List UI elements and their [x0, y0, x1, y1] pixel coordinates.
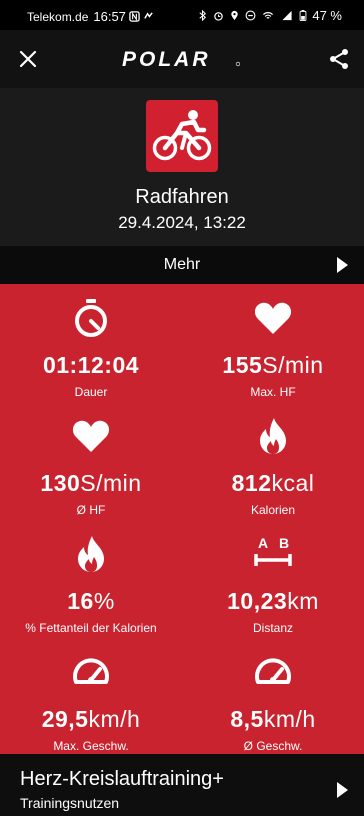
sport-name: Radfahren — [135, 186, 229, 208]
stat-label: Kalorien — [250, 503, 296, 517]
training-benefit-title: Herz-Kreislauftraining+ — [20, 768, 224, 790]
stat-label: Dauer — [74, 385, 108, 399]
training-benefit-row[interactable]: Herz-Kreislauftraining+ Trainingsnutzen — [0, 754, 364, 816]
status-right: 47 % — [197, 8, 342, 23]
stat-calories: 812kcal Kalorien — [182, 416, 364, 526]
status-bar: Telekom.de 16:57 47 % — [0, 0, 364, 30]
stat-value: 812kcal — [231, 470, 315, 496]
clock: 16:57 — [93, 9, 126, 24]
location-icon — [231, 10, 239, 21]
wifi-icon — [263, 12, 274, 19]
stat-value: 01:12:04 — [42, 352, 140, 378]
stat-value: 155S/min — [222, 352, 324, 378]
more-button[interactable]: Mehr — [0, 246, 364, 284]
stat-max-speed: 29,5km/h Max. Geschw. — [0, 652, 182, 762]
heart-icon — [254, 302, 292, 334]
stat-value: 10,23km — [227, 588, 319, 614]
bluetooth-icon — [199, 10, 207, 21]
activity-header: Radfahren 29.4.2024, 13:22 — [0, 88, 364, 246]
dnd-icon — [245, 10, 256, 21]
training-benefit-subtitle: Trainingsnutzen — [20, 795, 120, 811]
carrier-label: Telekom.de — [27, 9, 89, 24]
stat-avg-speed: 8,5km/h Ø Geschw. — [182, 652, 364, 762]
stat-value: 130S/min — [40, 470, 142, 496]
chevron-right-icon — [337, 782, 348, 798]
stopwatch-icon — [75, 299, 107, 337]
close-icon[interactable] — [18, 49, 38, 69]
alarm-icon — [214, 12, 224, 21]
signal-icon — [282, 10, 292, 21]
flame-icon — [260, 418, 286, 454]
share-icon[interactable] — [327, 47, 351, 71]
distance-icon: A B — [254, 535, 292, 566]
stat-label: Ø Geschw. — [243, 739, 303, 753]
heart-icon — [72, 420, 110, 452]
app-bar: POLAR — [0, 30, 364, 88]
chevron-right-icon — [337, 257, 348, 273]
more-label: Mehr — [163, 256, 201, 273]
nfc-icon — [129, 11, 140, 22]
polar-logo: POLAR — [122, 48, 241, 70]
stats-grid: 01:12:04 Dauer 155S/min Max. HF 130S/min… — [0, 284, 364, 754]
stat-duration: 01:12:04 Dauer — [0, 298, 182, 408]
stat-distance: A B 10,23km Distanz — [182, 534, 364, 644]
stat-value: 8,5km/h — [230, 706, 316, 732]
status-left: Telekom.de 16:57 — [27, 9, 154, 24]
stat-fat-percent: 16% % Fettanteil der Kalorien — [0, 534, 182, 644]
stat-label: Max. HF — [250, 385, 296, 399]
stat-label: Ø HF — [76, 503, 106, 517]
flame-icon — [78, 536, 104, 572]
session-datetime: 29.4.2024, 13:22 — [118, 213, 246, 232]
stat-value: 16% — [67, 588, 115, 614]
stat-avg-hr: 130S/min Ø HF — [0, 416, 182, 526]
svg-text:B: B — [279, 535, 289, 551]
stat-label: % Fettanteil der Kalorien — [25, 621, 157, 635]
svg-text:POLAR: POLAR — [122, 48, 211, 70]
speedometer-icon — [255, 658, 291, 684]
battery-percent: 47 % — [312, 8, 342, 23]
speedometer-icon — [73, 658, 109, 684]
sync-icon — [144, 12, 153, 19]
stat-label: Max. Geschw. — [53, 739, 129, 753]
battery-icon — [299, 10, 307, 21]
stat-label: Distanz — [252, 621, 293, 635]
svg-text:A: A — [258, 535, 268, 551]
cycling-icon — [146, 100, 218, 172]
stat-value: 29,5km/h — [41, 706, 141, 732]
stat-max-hr: 155S/min Max. HF — [182, 298, 364, 408]
